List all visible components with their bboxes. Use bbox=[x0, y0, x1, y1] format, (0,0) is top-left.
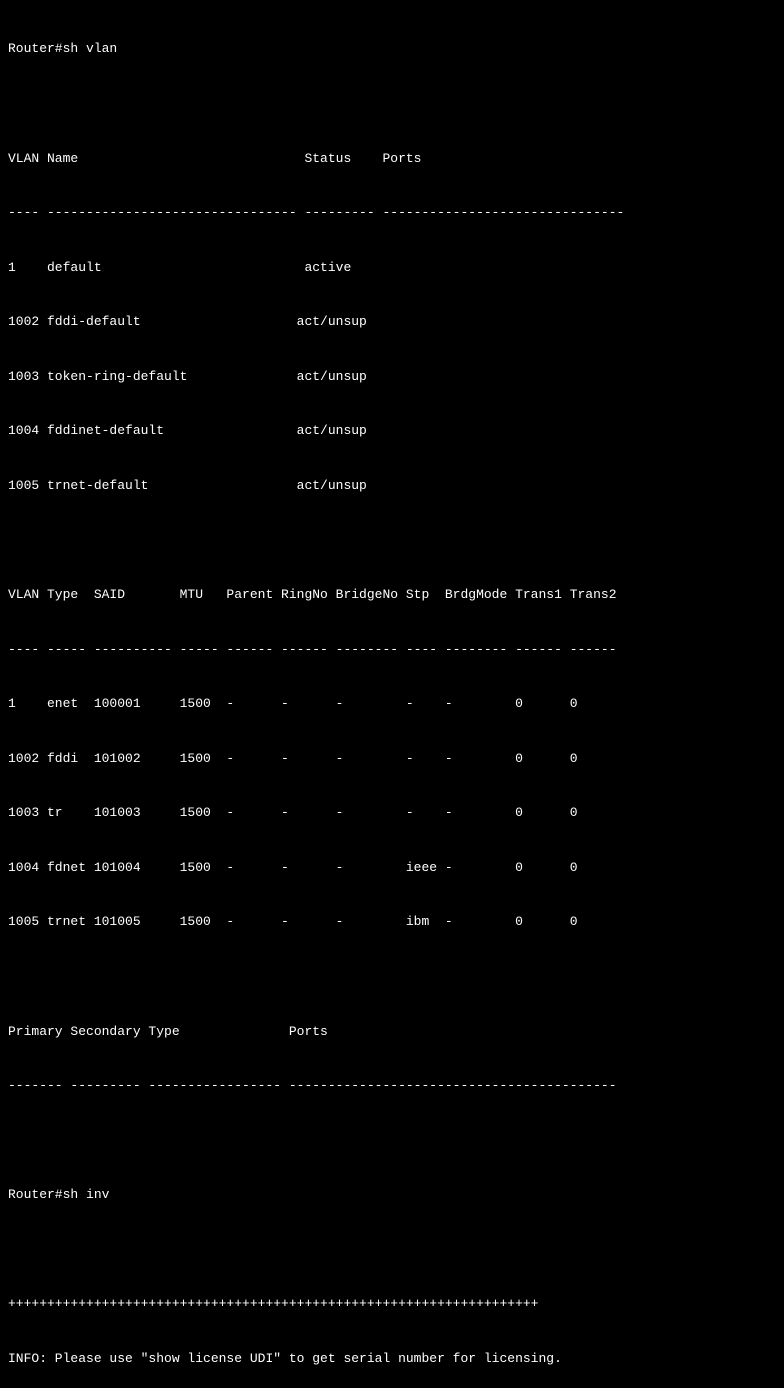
vlan-divider-1: ---- -------------------------------- --… bbox=[8, 204, 776, 222]
vlan-header-1: VLAN Name Status Ports bbox=[8, 150, 776, 168]
vlan-detail-1005: 1005 trnet 101005 1500 - - - ibm - 0 0 bbox=[8, 913, 776, 931]
vlan-divider-2: ---- ----- ---------- ----- ------ -----… bbox=[8, 641, 776, 659]
vlan-row-1003: 1003 token-ring-default act/unsup bbox=[8, 368, 776, 386]
vlan-row-1002: 1002 fddi-default act/unsup bbox=[8, 313, 776, 331]
blank-line-2 bbox=[8, 531, 776, 549]
vlan-header-2: VLAN Type SAID MTU Parent RingNo BridgeN… bbox=[8, 586, 776, 604]
plus-line-1: ++++++++++++++++++++++++++++++++++++++++… bbox=[8, 1295, 776, 1313]
blank-line-4 bbox=[8, 1132, 776, 1150]
vlan-row-1: 1 default active bbox=[8, 259, 776, 277]
vlan-header-3: Primary Secondary Type Ports bbox=[8, 1023, 776, 1041]
vlan-row-1005: 1005 trnet-default act/unsup bbox=[8, 477, 776, 495]
blank-line-1 bbox=[8, 95, 776, 113]
vlan-detail-1003: 1003 tr 101003 1500 - - - - - 0 0 bbox=[8, 804, 776, 822]
vlan-divider-3: ------- --------- ----------------- ----… bbox=[8, 1077, 776, 1095]
terminal-output: Router#sh vlan VLAN Name Status Ports --… bbox=[8, 4, 776, 1388]
blank-line-5 bbox=[8, 1241, 776, 1259]
vlan-detail-1002: 1002 fddi 101002 1500 - - - - - 0 0 bbox=[8, 750, 776, 768]
cmd-sh-vlan: Router#sh vlan bbox=[8, 40, 776, 58]
vlan-detail-1004: 1004 fdnet 101004 1500 - - - ieee - 0 0 bbox=[8, 859, 776, 877]
vlan-detail-1: 1 enet 100001 1500 - - - - - 0 0 bbox=[8, 695, 776, 713]
vlan-row-1004: 1004 fddinet-default act/unsup bbox=[8, 422, 776, 440]
cmd-sh-inv: Router#sh inv bbox=[8, 1186, 776, 1204]
info-line: INFO: Please use "show license UDI" to g… bbox=[8, 1350, 776, 1368]
blank-line-3 bbox=[8, 968, 776, 986]
